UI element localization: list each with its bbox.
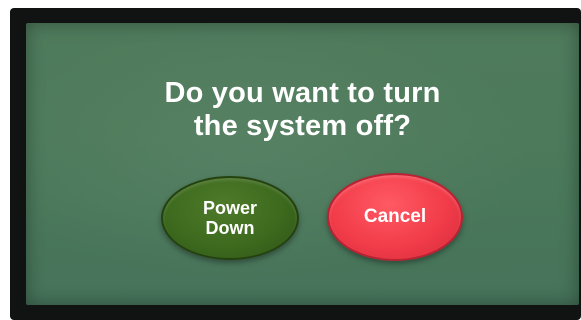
prompt-line-1: Do you want to turn — [164, 77, 441, 109]
cancel-button[interactable]: Cancel — [327, 173, 463, 261]
cancel-label: Cancel — [363, 206, 427, 227]
shutdown-prompt: Do you want to turn the system off? — [26, 77, 579, 143]
touch-screen: Do you want to turn the system off? Powe… — [26, 23, 579, 305]
power-down-label: Power Down — [203, 198, 257, 238]
power-down-label-line-1: Power — [202, 198, 258, 218]
prompt-line-2: the system off? — [193, 110, 412, 142]
photo-background: Do you want to turn the system off? Powe… — [0, 0, 581, 320]
device-bezel: Do you want to turn the system off? Powe… — [10, 8, 581, 320]
power-down-label-line-2: Down — [205, 218, 255, 238]
power-down-button[interactable]: Power Down — [161, 176, 299, 260]
